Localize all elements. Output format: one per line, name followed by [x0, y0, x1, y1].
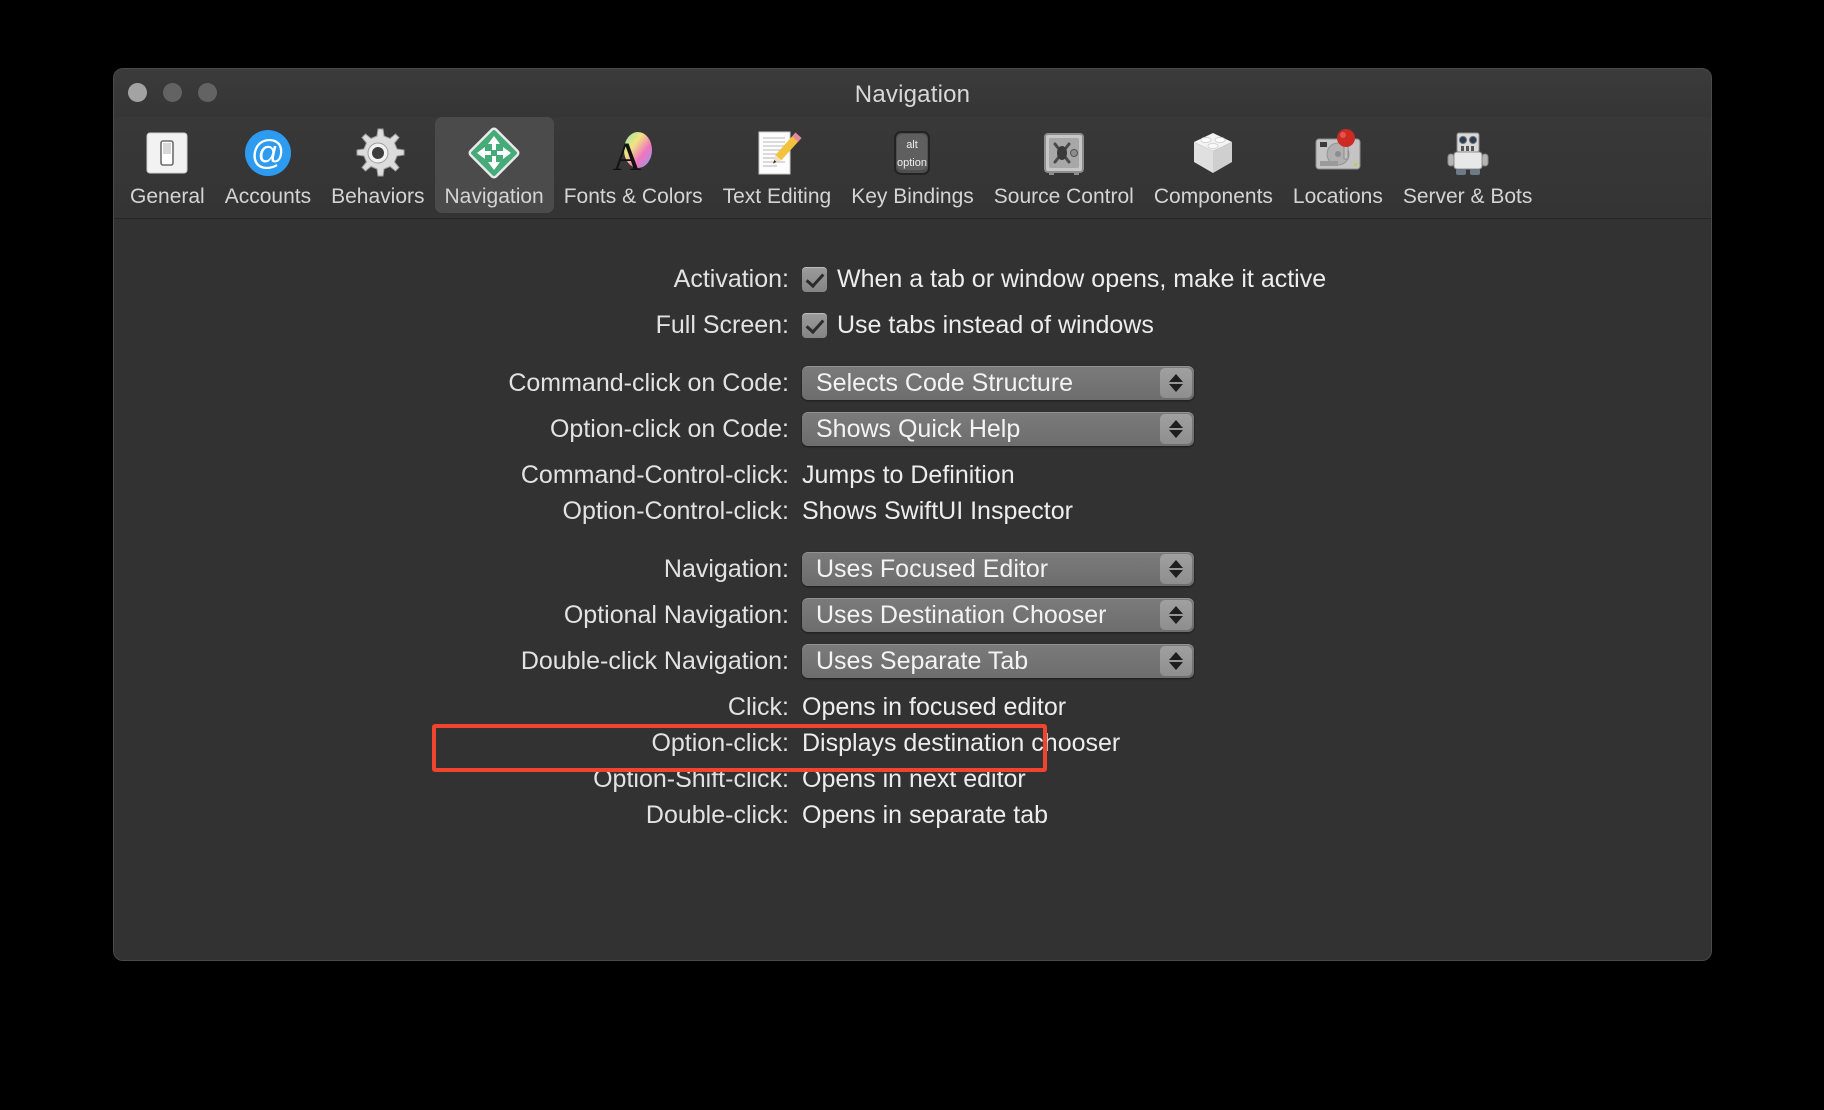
row-label: Option-Shift-click:	[593, 764, 789, 793]
toolbar-item-accounts[interactable]: @ Accounts	[215, 117, 321, 213]
toolbar-item-label: Accounts	[224, 185, 312, 208]
lego-brick-icon	[1183, 123, 1243, 183]
svg-text:A: A	[613, 134, 642, 179]
move-diamond-icon	[464, 123, 524, 183]
document-pencil-icon	[747, 123, 807, 183]
activation-checkbox-group[interactable]: When a tab or window opens, make it acti…	[802, 265, 1326, 294]
row-option-control-click: Option-Control-click: Shows SwiftUI Insp…	[114, 493, 1711, 529]
font-color-icon: A	[603, 123, 663, 183]
row-command-click-on-code: Command-click on Code: Selects Code Stru…	[114, 365, 1711, 401]
alt-option-key-icon: alt option	[882, 123, 942, 183]
full-screen-checkbox-group[interactable]: Use tabs instead of windows	[802, 311, 1154, 340]
svg-text:alt: alt	[907, 139, 919, 151]
chevron-updown-icon[interactable]	[1160, 554, 1192, 584]
row-value: Opens in separate tab	[802, 800, 1048, 829]
toolbar-item-navigation[interactable]: Navigation	[434, 117, 554, 213]
robot-icon	[1438, 123, 1498, 183]
at-sign-icon: @	[238, 123, 298, 183]
toolbar-item-label: General	[130, 185, 205, 208]
activation-checkbox-label: When a tab or window opens, make it acti…	[837, 264, 1327, 293]
row-option-shift-click: Option-Shift-click: Opens in next editor	[114, 761, 1711, 797]
popup-value: Uses Destination Chooser	[816, 600, 1107, 629]
svg-text:option: option	[897, 157, 927, 169]
popup-value: Selects Code Structure	[816, 368, 1074, 397]
row-value: Shows SwiftUI Inspector	[802, 496, 1073, 525]
double-click-navigation-popup[interactable]: Uses Separate Tab	[802, 644, 1194, 678]
full-screen-checkbox-label: Use tabs instead of windows	[837, 310, 1154, 339]
row-label: Command-click on Code:	[508, 368, 789, 397]
toolbar-item-source-control[interactable]: Source Control	[984, 117, 1144, 213]
toolbar-item-label: Server & Bots	[1402, 185, 1533, 208]
full-screen-checkbox[interactable]	[802, 312, 827, 338]
navigation-popup[interactable]: Uses Focused Editor	[802, 552, 1194, 586]
toolbar-item-components[interactable]: Components	[1144, 117, 1283, 213]
svg-text:@: @	[251, 134, 286, 172]
switch-icon	[137, 123, 197, 183]
chevron-updown-icon[interactable]	[1160, 368, 1192, 398]
row-label: Optional Navigation:	[563, 600, 789, 629]
row-value: Jumps to Definition	[802, 460, 1015, 489]
toolbar-item-text-editing[interactable]: Text Editing	[713, 117, 842, 213]
row-double-click-navigation: Double-click Navigation: Uses Separate T…	[114, 643, 1711, 679]
popup-value: Shows Quick Help	[816, 414, 1021, 443]
row-value: Opens in focused editor	[802, 692, 1067, 721]
preferences-content: Activation: When a tab or window opens, …	[114, 219, 1711, 960]
row-activation: Activation: When a tab or window opens, …	[114, 261, 1711, 297]
toolbar-item-label: Locations	[1292, 185, 1383, 208]
toolbar-item-label: Key Bindings	[851, 185, 974, 208]
row-value: Displays destination chooser	[802, 728, 1121, 757]
row-command-control-click: Command-Control-click: Jumps to Definiti…	[114, 457, 1711, 493]
row-full-screen: Full Screen: Use tabs instead of windows	[114, 307, 1711, 343]
settings-rows: Activation: When a tab or window opens, …	[114, 261, 1711, 833]
toolbar-item-fonts-and-colors[interactable]: A Fonts & Colors	[554, 117, 713, 213]
activation-checkbox[interactable]	[802, 266, 827, 292]
row-label: Option-Control-click:	[562, 496, 789, 525]
row-label: Click:	[727, 692, 789, 721]
row-label: Double-click:	[645, 800, 789, 829]
popup-value: Uses Focused Editor	[816, 554, 1049, 583]
toolbar-item-server-and-bots[interactable]: Server & Bots	[1393, 117, 1543, 213]
preferences-toolbar: General @ Accounts Behaviors Navigation …	[114, 117, 1711, 219]
toolbar-item-label: Source Control	[993, 185, 1134, 208]
safe-icon	[1034, 123, 1094, 183]
chevron-updown-icon[interactable]	[1160, 600, 1192, 630]
toolbar-item-label: Text Editing	[722, 185, 832, 208]
toolbar-item-label: Navigation	[444, 185, 544, 208]
row-double-click: Double-click: Opens in separate tab	[114, 797, 1711, 833]
hard-drive-pin-icon	[1308, 123, 1368, 183]
toolbar-item-behaviors[interactable]: Behaviors	[321, 117, 434, 213]
toolbar-item-key-bindings[interactable]: alt option Key Bindings	[841, 117, 984, 213]
option-click-on-code-popup[interactable]: Shows Quick Help	[802, 412, 1194, 446]
command-click-on-code-popup[interactable]: Selects Code Structure	[802, 366, 1194, 400]
window-title: Navigation	[854, 81, 971, 108]
row-option-click-on-code: Option-click on Code: Shows Quick Help	[114, 411, 1711, 447]
row-label: Option-click:	[651, 728, 789, 757]
row-label: Full Screen:	[655, 310, 789, 339]
toolbar-item-label: Components	[1153, 185, 1273, 208]
row-label: Command-Control-click:	[520, 460, 789, 489]
window-titlebar: Navigation	[114, 69, 1711, 117]
toolbar-item-locations[interactable]: Locations	[1283, 117, 1393, 213]
row-value: Opens in next editor	[802, 764, 1026, 793]
chevron-updown-icon[interactable]	[1160, 414, 1192, 444]
screen: Navigation General @ Accounts Behaviors …	[0, 0, 1824, 1110]
row-label: Double-click Navigation:	[520, 646, 789, 675]
popup-value: Uses Separate Tab	[816, 646, 1029, 675]
gear-icon	[348, 123, 408, 183]
row-label: Navigation:	[663, 554, 789, 583]
row-option-click: Option-click: Displays destination choos…	[114, 725, 1711, 761]
preferences-window: Navigation General @ Accounts Behaviors …	[113, 68, 1712, 961]
row-click: Click: Opens in focused editor	[114, 689, 1711, 725]
toolbar-item-label: Fonts & Colors	[563, 185, 703, 208]
row-optional-navigation: Optional Navigation: Uses Destination Ch…	[114, 597, 1711, 633]
row-label: Option-click on Code:	[549, 414, 789, 443]
row-navigation: Navigation: Uses Focused Editor	[114, 551, 1711, 587]
optional-navigation-popup[interactable]: Uses Destination Chooser	[802, 598, 1194, 632]
chevron-updown-icon[interactable]	[1160, 646, 1192, 676]
toolbar-item-label: Behaviors	[331, 185, 425, 208]
row-label: Activation:	[673, 264, 789, 293]
toolbar-item-general[interactable]: General	[120, 117, 215, 213]
